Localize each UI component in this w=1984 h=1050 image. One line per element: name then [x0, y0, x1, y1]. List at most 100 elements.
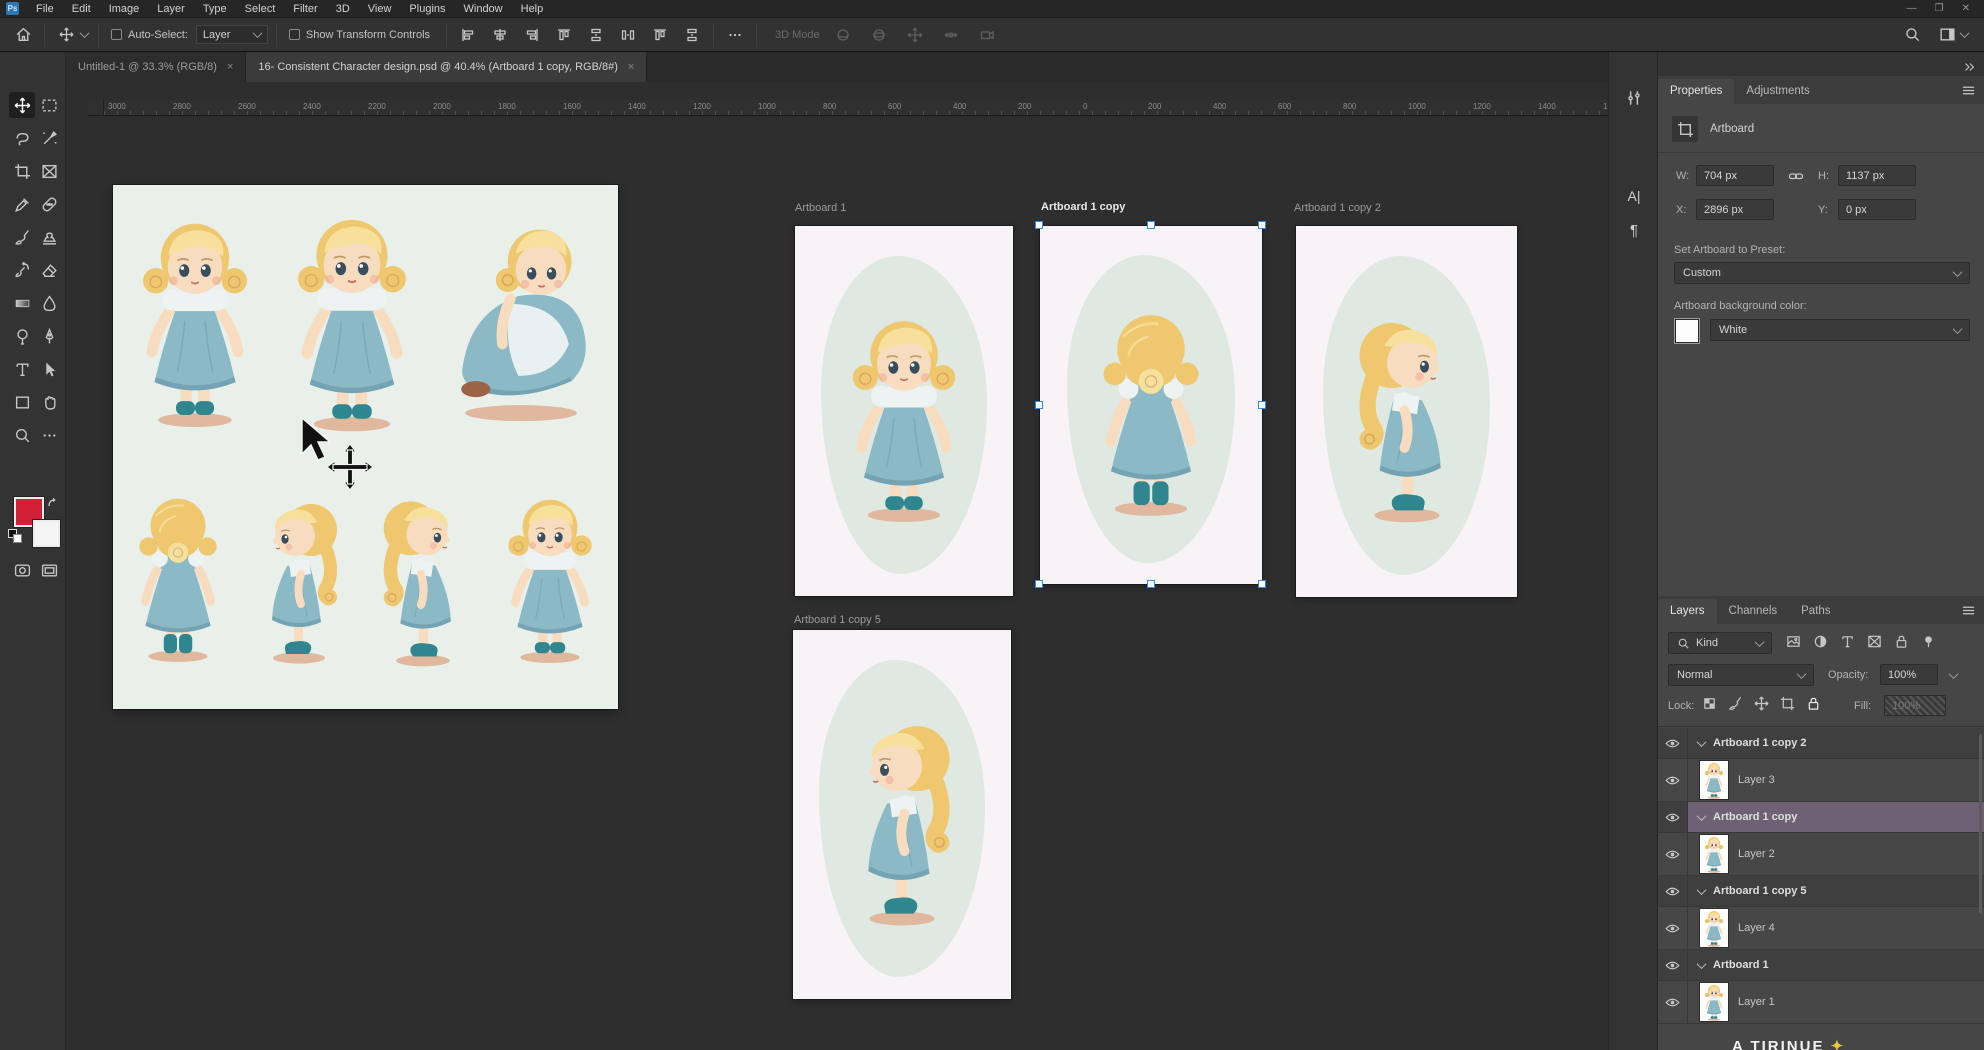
chevron-expand-icon[interactable]: [1697, 959, 1707, 969]
object-selection-tool[interactable]: [36, 125, 62, 151]
distribute-horizontal-icon[interactable]: [679, 23, 705, 47]
selection-handle[interactable]: [1035, 580, 1043, 588]
layer-group-row[interactable]: Artboard 1 copy 5: [1658, 876, 1984, 907]
layer-visibility-toggle[interactable]: [1658, 802, 1688, 832]
home-icon[interactable]: [10, 23, 36, 47]
layer-row[interactable]: Layer 4: [1658, 907, 1984, 950]
brush-settings-panel-icon[interactable]: [1619, 84, 1649, 112]
align-left-icon[interactable]: [455, 23, 481, 47]
tab-properties[interactable]: Properties: [1658, 79, 1734, 104]
pixel-layer-filter-icon[interactable]: [1786, 634, 1801, 649]
distribute-bottom-icon[interactable]: [647, 23, 673, 47]
align-center-horizontal-icon[interactable]: [487, 23, 513, 47]
selection-handle[interactable]: [1035, 221, 1043, 229]
layer-thumbnail[interactable]: [1700, 835, 1728, 873]
distribute-top-icon[interactable]: [583, 23, 609, 47]
document-tab-2[interactable]: 16- Consistent Character design.psd @ 40…: [246, 52, 647, 82]
zoom-tool[interactable]: [9, 422, 35, 448]
menu-layer[interactable]: Layer: [148, 2, 194, 16]
path-selection-tool[interactable]: [36, 356, 62, 382]
paragraph-panel-icon[interactable]: ¶: [1619, 216, 1649, 244]
layer-row[interactable]: Layer 1: [1658, 981, 1984, 1024]
selection-handle[interactable]: [1147, 580, 1155, 588]
lock-all-icon[interactable]: [1806, 696, 1821, 711]
move-tool-preset-icon[interactable]: [53, 23, 79, 47]
layer-group-row[interactable]: Artboard 1: [1658, 950, 1984, 981]
character-panel-icon[interactable]: A|: [1619, 182, 1649, 210]
eraser-tool[interactable]: [36, 257, 62, 283]
marquee-tool[interactable]: [36, 92, 62, 118]
layer-group-row[interactable]: Artboard 1 copy 2: [1658, 728, 1984, 759]
menu-plugins[interactable]: Plugins: [400, 2, 454, 16]
layer-thumbnail[interactable]: [1700, 983, 1728, 1021]
align-right-icon[interactable]: [519, 23, 545, 47]
align-top-edges-icon[interactable]: [551, 23, 577, 47]
background-color-swatch[interactable]: [33, 520, 60, 547]
workspace-switcher[interactable]: [1939, 26, 1968, 43]
panel-menu-icon[interactable]: [1961, 603, 1976, 618]
artboard-label[interactable]: Artboard 1 copy: [1041, 201, 1125, 213]
canvas[interactable]: Artboard 1 Artboard 1 copy Artboard 1 co…: [66, 116, 1608, 1050]
tab-adjustments[interactable]: Adjustments: [1734, 79, 1821, 104]
artboard-3[interactable]: [1296, 226, 1517, 597]
layer-visibility-toggle[interactable]: [1658, 907, 1688, 949]
edit-toolbar[interactable]: [36, 422, 62, 448]
search-icon[interactable]: [1904, 26, 1921, 43]
lock-artboard-icon[interactable]: [1780, 696, 1795, 711]
clone-stamp-tool[interactable]: [36, 224, 62, 250]
chevron-expand-icon[interactable]: [1697, 885, 1707, 895]
photoshop-logo-icon[interactable]: Ps: [6, 2, 19, 15]
restore-button[interactable]: ❐: [1935, 3, 1944, 14]
layer-thumbnail[interactable]: [1700, 909, 1728, 947]
auto-select-target-dropdown[interactable]: Layer: [196, 25, 268, 44]
rectangle-tool[interactable]: [9, 389, 35, 415]
chevron-expand-icon[interactable]: [1697, 737, 1707, 747]
selection-handle[interactable]: [1258, 401, 1266, 409]
frame-tool[interactable]: [36, 158, 62, 184]
panel-menu-icon[interactable]: [1961, 83, 1976, 98]
artboard-label[interactable]: Artboard 1 copy 2: [1294, 202, 1381, 214]
history-brush-tool[interactable]: [9, 257, 35, 283]
menu-filter[interactable]: Filter: [284, 2, 326, 16]
artboard-label[interactable]: Artboard 1: [795, 202, 846, 214]
tab-close-icon[interactable]: ×: [628, 61, 634, 73]
link-dimensions-icon[interactable]: [1788, 168, 1804, 184]
close-button[interactable]: ✕: [1962, 3, 1970, 14]
artboard-2[interactable]: [1040, 226, 1262, 584]
lock-paint-icon[interactable]: [1728, 696, 1743, 711]
smart-object-filter-icon[interactable]: [1894, 634, 1909, 649]
swap-colors-icon[interactable]: [46, 494, 60, 512]
selection-handle[interactable]: [1258, 221, 1266, 229]
shape-layer-filter-icon[interactable]: [1867, 634, 1882, 649]
dodge-tool[interactable]: [9, 323, 35, 349]
menu-type[interactable]: Type: [194, 2, 236, 16]
preset-dropdown[interactable]: Custom: [1674, 262, 1970, 284]
menu-3d[interactable]: 3D: [327, 2, 359, 16]
blend-mode-dropdown[interactable]: Normal: [1668, 664, 1814, 686]
move-tool[interactable]: [9, 92, 35, 118]
layers-scrollbar[interactable]: [1979, 734, 1982, 914]
selection-handle[interactable]: [1035, 401, 1043, 409]
opacity-scrubber-icon[interactable]: [1949, 669, 1959, 679]
minimize-button[interactable]: —: [1907, 3, 1917, 14]
type-tool[interactable]: [9, 356, 35, 382]
quick-mask-button[interactable]: [9, 557, 35, 583]
layer-thumbnail[interactable]: [1700, 761, 1728, 799]
x-field[interactable]: 2896 px: [1696, 199, 1774, 220]
layer-visibility-toggle[interactable]: [1658, 981, 1688, 1023]
tab-close-icon[interactable]: ×: [227, 61, 233, 73]
blur-tool[interactable]: [36, 290, 62, 316]
healing-brush-tool[interactable]: [36, 191, 62, 217]
menu-window[interactable]: Window: [455, 2, 512, 16]
tab-channels[interactable]: Channels: [1717, 599, 1790, 624]
adjustment-layer-filter-icon[interactable]: [1813, 634, 1828, 649]
horizontal-ruler[interactable]: 3000280026002400220020001800160014001200…: [104, 100, 1608, 116]
crop-tool[interactable]: [9, 158, 35, 184]
more-align-options-icon[interactable]: [722, 23, 748, 47]
lock-position-icon[interactable]: [1754, 696, 1769, 711]
layer-filter-kind-dropdown[interactable]: Kind: [1668, 632, 1772, 654]
ruler-origin-corner[interactable]: [88, 100, 104, 116]
tab-paths[interactable]: Paths: [1789, 599, 1842, 624]
auto-select-checkbox[interactable]: [111, 29, 122, 40]
lasso-tool[interactable]: [9, 125, 35, 151]
